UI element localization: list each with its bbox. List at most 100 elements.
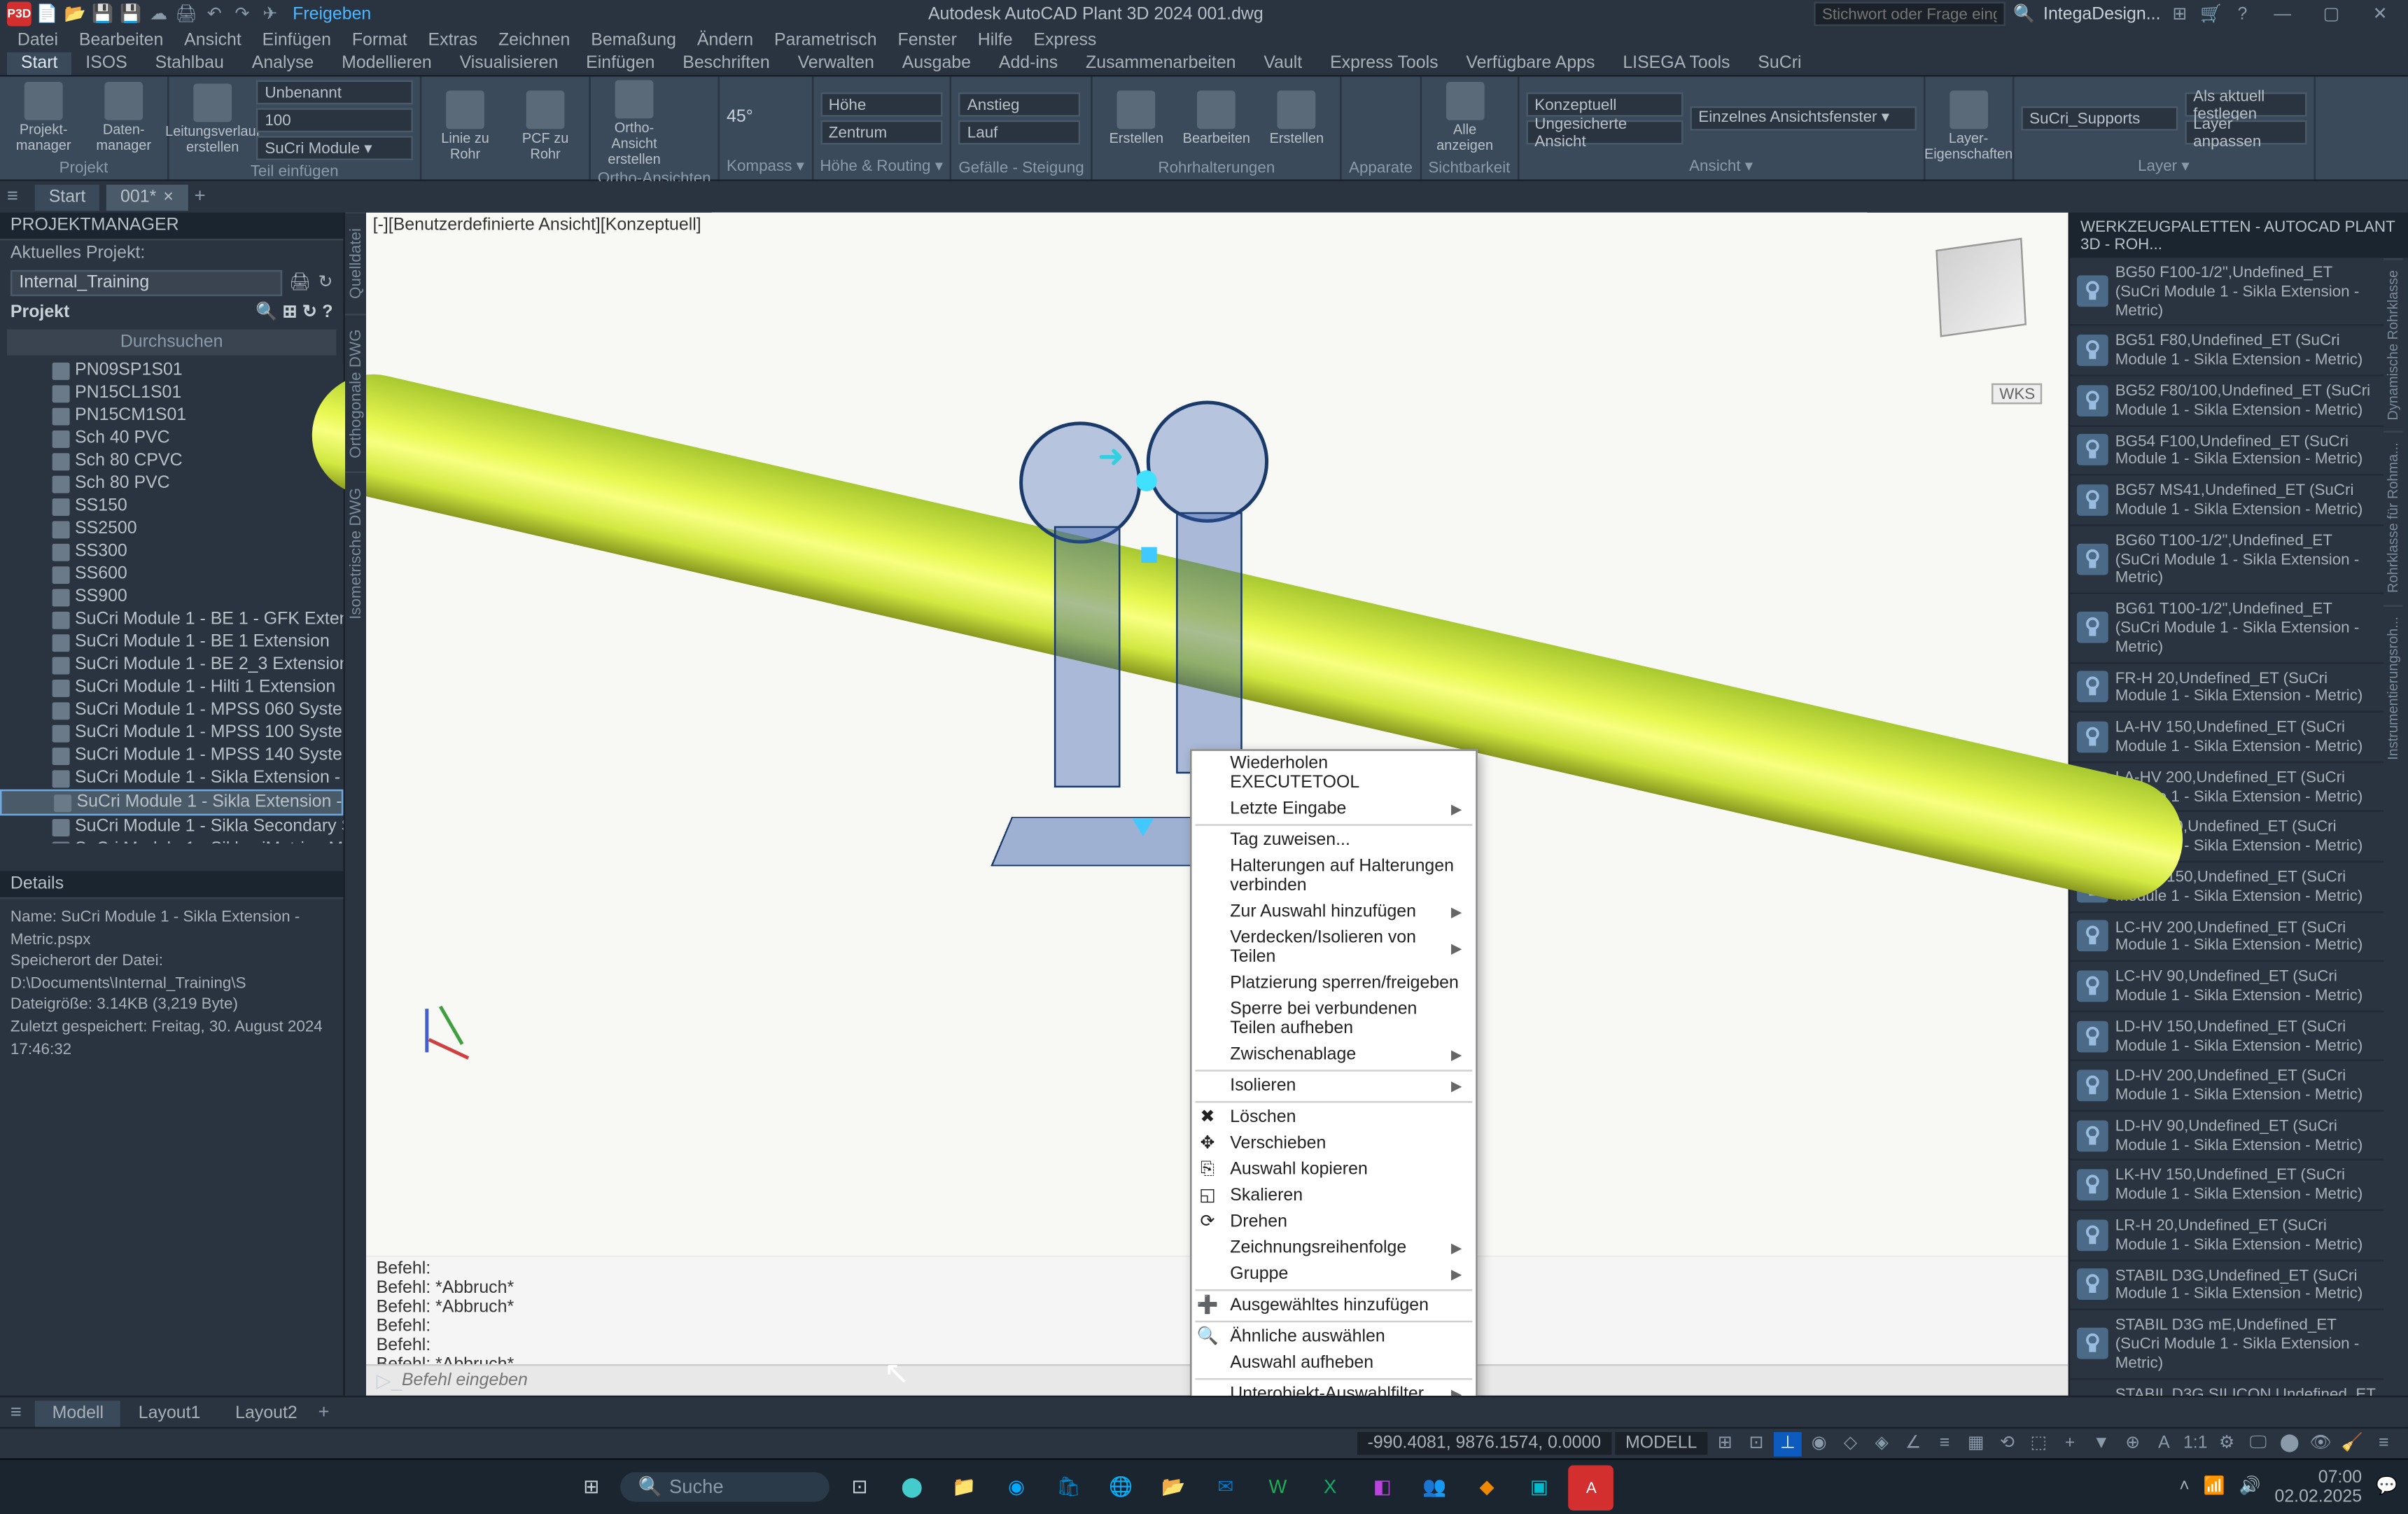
- grip-square[interactable]: [1141, 547, 1156, 563]
- viewport-vtab[interactable]: Orthogonale DWG: [345, 313, 366, 472]
- tree-item[interactable]: SuCri Module 1 - Sikla Extension - Imper: [0, 766, 343, 789]
- project-tree[interactable]: PN09SP1S01PN15CL1S01PN15CM1S01Sch 40 PVC…: [0, 359, 343, 843]
- ribbon-combo[interactable]: SuCri_Supports: [2021, 106, 2178, 130]
- qat-save-icon[interactable]: 💾: [90, 1, 115, 26]
- context-menu-item[interactable]: Zur Auswahl hinzufügen▶: [1192, 899, 1476, 925]
- palette-item[interactable]: BG54 F100,Undefined_ET (SuCri Module 1 -…: [2070, 426, 2384, 476]
- tree-item[interactable]: SS600: [0, 563, 343, 585]
- palette-item[interactable]: FR-H 20,Undefined_ET (SuCri Module 1 - S…: [2070, 663, 2384, 713]
- layout-menu-icon[interactable]: ≡: [10, 1401, 31, 1422]
- maximize-button[interactable]: ▢: [2311, 1, 2353, 26]
- palette-item[interactable]: BG51 F80,Undefined_ET (SuCri Module 1 - …: [2070, 326, 2384, 376]
- tb-store-icon[interactable]: 🛍: [1046, 1464, 1091, 1510]
- qat-new-icon[interactable]: 📄: [35, 1, 59, 26]
- tree-item[interactable]: PN15CM1S01: [0, 404, 343, 426]
- ribbon-tab-modellieren[interactable]: Modellieren: [328, 52, 446, 75]
- tree-item[interactable]: SuCri Module 1 - Sikla Secondary Steel: [0, 815, 343, 838]
- model-viewport[interactable]: [-][Benutzerdefinierte Ansicht][Konzeptu…: [366, 213, 2068, 1256]
- pm-tool-icon[interactable]: ?: [322, 303, 332, 322]
- ribbon-tab-ausgabe[interactable]: Ausgabe: [888, 52, 985, 75]
- context-menu-item[interactable]: Wiederholen EXECUTETOOL: [1192, 751, 1476, 797]
- palette-item[interactable]: BG50 F100-1/2",Undefined_ET (SuCri Modul…: [2070, 258, 2384, 326]
- tree-item[interactable]: SuCri Module 1 - BE 1 - GFK Extension: [0, 608, 343, 631]
- tree-item[interactable]: SuCri Module 1 - MPSS 060 Systemteile: [0, 699, 343, 721]
- context-menu-item[interactable]: Isolieren▶: [1192, 1073, 1476, 1099]
- palette-item[interactable]: LD-HV 150,Undefined_ET (SuCri Module 1 -…: [2070, 1011, 2384, 1061]
- ribbon-button[interactable]: Bearbeiten: [1180, 90, 1254, 147]
- status-dyn-icon[interactable]: +: [2056, 1431, 2084, 1456]
- ribbon-field[interactable]: Zentrum: [820, 120, 941, 144]
- tree-item[interactable]: SuCri Module 1 - MPSS 100 Systemteile: [0, 721, 343, 743]
- tb-files-icon[interactable]: 📂: [1151, 1464, 1196, 1510]
- tb-autocad-icon[interactable]: A: [1569, 1464, 1614, 1510]
- status-isolate-icon[interactable]: 👁: [2307, 1431, 2335, 1456]
- menu-parametrisch[interactable]: Parametrisch: [764, 31, 887, 50]
- palette-item[interactable]: LR-H 20,Undefined_ET (SuCri Module 1 - S…: [2070, 1211, 2384, 1261]
- ribbon-combo[interactable]: Konzeptuell: [1526, 92, 1683, 116]
- palette-vtab[interactable]: Instrumentierungsroh...: [2384, 604, 2402, 770]
- menu-express[interactable]: Express: [1023, 31, 1107, 50]
- qat-send-icon[interactable]: ✈: [258, 1, 282, 26]
- menu-ändern[interactable]: Ändern: [687, 31, 764, 50]
- tree-item[interactable]: SuCri Module 1 - Sikla siMetrix - Metric: [0, 838, 343, 843]
- ucs-icon[interactable]: [400, 995, 487, 1081]
- status-3dosnap-icon[interactable]: ◈: [1868, 1431, 1896, 1456]
- tree-item[interactable]: SuCri Module 1 - BE 2_3 Extension: [0, 653, 343, 675]
- tree-item[interactable]: SS300: [0, 540, 343, 563]
- status-gizmo-icon[interactable]: ⊕: [2119, 1431, 2147, 1456]
- ribbon-button[interactable]: Erstellen: [1100, 90, 1173, 147]
- palette-vtab[interactable]: Rohrklasse für Rohma...: [2384, 430, 2402, 603]
- palette-item[interactable]: LD-HV 90,Undefined_ET (SuCri Module 1 - …: [2070, 1112, 2384, 1161]
- palette-vtab[interactable]: Dynamische Rohrklasse: [2384, 258, 2402, 430]
- status-hw-icon[interactable]: ⬤: [2276, 1431, 2304, 1456]
- ribbon-tab-vault[interactable]: Vault: [1250, 52, 1316, 75]
- tree-item[interactable]: SuCri Module 1 - Hilti 1 Extension: [0, 676, 343, 699]
- context-menu-item[interactable]: Unterobjekt-Auswahlfilter▶: [1192, 1382, 1476, 1396]
- ribbon-button[interactable]: Alleanzeigen: [1428, 82, 1502, 155]
- tray-chevron-icon[interactable]: ˄: [2179, 1478, 2190, 1497]
- qat-cloud-icon[interactable]: ☁: [146, 1, 171, 26]
- palette-item[interactable]: BG52 F80/100,Undefined_ET (SuCri Module …: [2070, 377, 2384, 426]
- ribbon-button[interactable]: Erstellen: [1260, 90, 1334, 147]
- taskbar-time[interactable]: 07:00: [2274, 1468, 2362, 1487]
- project-search-input[interactable]: Durchsuchen: [7, 329, 336, 355]
- palette-item[interactable]: STABIL D3G mE,Undefined_ET (SuCri Module…: [2070, 1310, 2384, 1379]
- ribbon-tab-start[interactable]: Start: [7, 52, 71, 75]
- status-ucs-icon[interactable]: ⬚: [2024, 1431, 2052, 1456]
- wks-indicator[interactable]: WKS: [1992, 384, 2042, 405]
- filetab-close-icon[interactable]: ×: [163, 188, 174, 206]
- status-osnap-icon[interactable]: ◇: [1837, 1431, 1865, 1456]
- tb-outlook-icon[interactable]: ✉: [1203, 1464, 1248, 1510]
- ribbon-tab-analyse[interactable]: Analyse: [238, 52, 328, 75]
- pm-tool-icon[interactable]: ↻: [302, 303, 317, 322]
- status-cycling-icon[interactable]: ⟲: [1994, 1431, 2022, 1456]
- qat-saveas-icon[interactable]: 💾: [118, 1, 143, 26]
- ribbon-tab-sucri[interactable]: SuCri: [1744, 52, 1815, 75]
- view-cube[interactable]: [1935, 238, 2026, 337]
- layout-tab[interactable]: Modell: [35, 1400, 121, 1426]
- tree-item[interactable]: SuCri Module 1 - Sikla Extension - Metri…: [0, 790, 343, 815]
- grip-circle[interactable]: [1136, 470, 1157, 491]
- viewport-label[interactable]: [-][Benutzerdefinierte Ansicht][Konzeptu…: [373, 216, 701, 235]
- filetab-add-icon[interactable]: +: [195, 186, 216, 207]
- status-otrack-icon[interactable]: ∠: [1899, 1431, 1927, 1456]
- ribbon-tab-beschriften[interactable]: Beschriften: [668, 52, 783, 75]
- tb-edge-icon[interactable]: ◉: [994, 1464, 1040, 1510]
- ribbon-field[interactable]: Als aktuell festlegen: [2185, 92, 2306, 116]
- palette-item[interactable]: LD-HV 200,Undefined_ET (SuCri Module 1 -…: [2070, 1062, 2384, 1112]
- tb-teams-icon[interactable]: 👥: [1412, 1464, 1457, 1510]
- context-menu-item[interactable]: Tag zuweisen...: [1192, 827, 1476, 853]
- context-menu-item[interactable]: ➕Ausgewähltes hinzufügen: [1192, 1293, 1476, 1319]
- qat-open-icon[interactable]: 📂: [63, 1, 88, 26]
- palette-item[interactable]: BG61 T100-1/2",Undefined_ET (SuCri Modul…: [2070, 594, 2384, 663]
- layout-tab[interactable]: Layout1: [121, 1400, 218, 1426]
- ribbon-button[interactable]: Daten-manager: [87, 82, 160, 155]
- tree-item[interactable]: PN15CL1S01: [0, 381, 343, 404]
- tb-app3-icon[interactable]: ◆: [1464, 1464, 1510, 1510]
- status-mode[interactable]: MODELL: [1615, 1432, 1707, 1455]
- ribbon-combo[interactable]: Ungesicherte Ansicht: [1526, 120, 1683, 144]
- menu-bemaßung[interactable]: Bemaßung: [580, 31, 687, 50]
- ribbon-combo[interactable]: Unbenannt: [256, 80, 413, 104]
- ribbon-tab-visualisieren[interactable]: Visualisieren: [446, 52, 572, 75]
- tb-app4-icon[interactable]: ▣: [1516, 1464, 1562, 1510]
